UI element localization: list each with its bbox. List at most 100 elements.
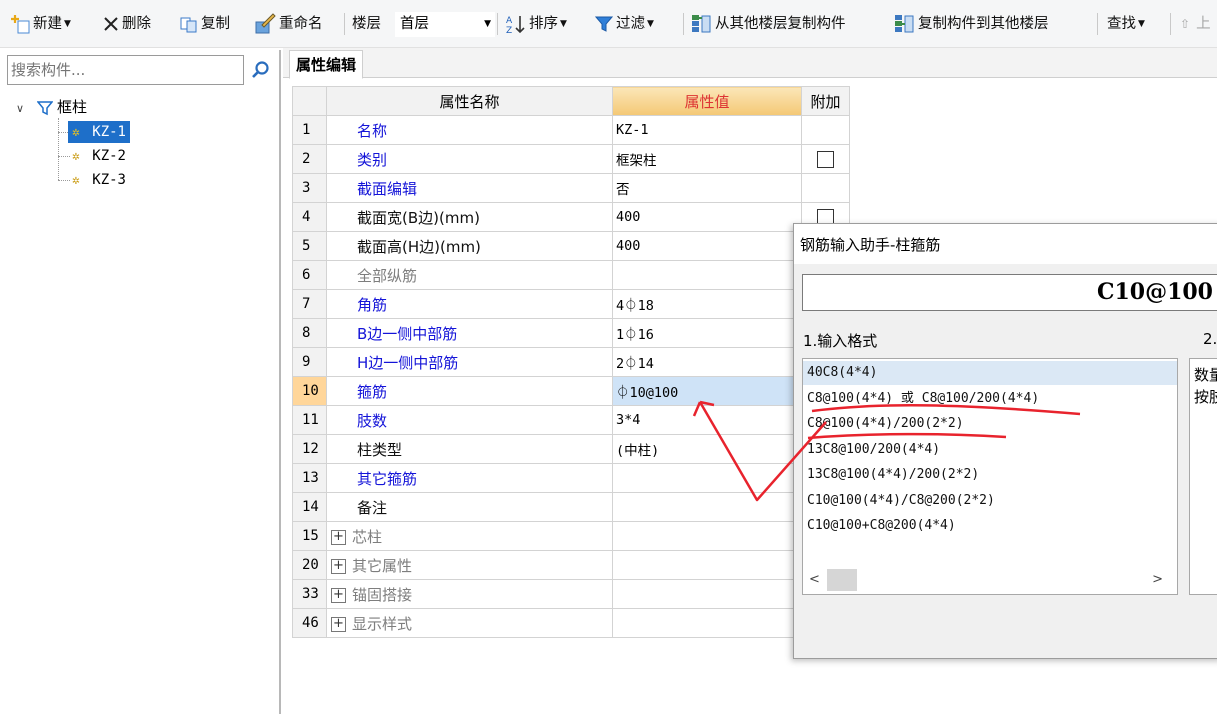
property-row[interactable]: 12 柱类型 (中柱) <box>292 434 850 464</box>
sort-button[interactable]: A Z 排序 ▼ <box>506 12 567 36</box>
property-value[interactable]: 1⏀16 <box>612 318 802 348</box>
row-number: 9 <box>292 347 327 377</box>
rename-icon <box>255 13 276 34</box>
property-row[interactable]: 2 类别 框架柱 <box>292 144 850 174</box>
property-name: 类别 <box>326 144 613 174</box>
property-value[interactable] <box>612 463 802 493</box>
copy-to-floors-button[interactable]: 复制构件到其他楼层 <box>893 12 1049 36</box>
property-name: 名称 <box>326 115 613 145</box>
find-button[interactable]: 查找 ▼ <box>1107 12 1145 36</box>
tree-item-kz1[interactable]: ✲ KZ-1 <box>68 121 130 143</box>
property-row[interactable]: 13 其它箍筋 <box>292 463 850 493</box>
property-value[interactable]: 框架柱 <box>612 144 802 174</box>
column-header-value: 属性值 <box>612 86 802 116</box>
format-option[interactable]: 13C8@100(4*4)/200(2*2) <box>807 463 979 487</box>
property-group[interactable]: + 芯柱 <box>326 521 613 551</box>
property-group[interactable]: + 锚固搭接 <box>326 579 613 609</box>
tree-item-kz3[interactable]: ✲ KZ-3 <box>72 169 126 191</box>
format-option[interactable]: C8@100(4*4) 或 C8@100/200(4*4) <box>807 387 1039 411</box>
toolbar-divider <box>1170 13 1171 35</box>
property-name: 箍筋 <box>326 376 613 406</box>
horizontal-scrollbar[interactable]: < > <box>803 567 1177 594</box>
property-value[interactable]: 4⏀18 <box>612 289 802 319</box>
table-header-row: 属性名称 属性值 附加 <box>292 86 850 116</box>
search-input[interactable] <box>7 55 244 85</box>
dialog-title-bar[interactable]: 钢筋输入助手-柱箍筋 <box>794 224 1217 264</box>
description-line: 按肢 <box>1194 388 1217 406</box>
input-format-list[interactable]: 40C8(4*4) C8@100(4*4) 或 C8@100/200(4*4) C8… <box>802 358 1178 595</box>
property-name: 柱类型 <box>326 434 613 464</box>
chevron-right-icon[interactable]: > <box>1152 572 1163 587</box>
copy-button[interactable]: 复制 <box>180 12 230 36</box>
property-row[interactable]: 5 截面高(H边)(mm) 400 <box>292 231 850 261</box>
expand-icon[interactable]: + <box>331 616 346 632</box>
format-option[interactable]: 40C8(4*4) <box>803 361 1177 385</box>
new-button[interactable]: 新建 ▼ <box>10 12 71 36</box>
property-value[interactable] <box>612 550 802 580</box>
property-value[interactable] <box>612 579 802 609</box>
filter-icon <box>35 101 54 116</box>
move-up-label: 上 <box>1196 16 1211 32</box>
tab-property-editor[interactable]: 属性编辑 <box>289 50 364 79</box>
tree-root-kuangzhu[interactable]: ∨ 框柱 <box>16 96 87 118</box>
chevron-left-icon[interactable]: < <box>809 572 820 587</box>
property-value[interactable]: ⏀10@100 <box>612 376 802 406</box>
sort-icon: AZ <box>506 16 525 34</box>
chevron-down-icon: ▼ <box>1138 19 1145 29</box>
expand-icon[interactable]: + <box>331 558 346 574</box>
property-row[interactable]: 9 H边一侧中部筋 2⏀14 <box>292 347 850 377</box>
property-group-row[interactable]: 15 + 芯柱 <box>292 521 850 551</box>
format-option[interactable]: C10@100+C8@200(4*4) <box>807 514 956 538</box>
property-value[interactable] <box>612 521 802 551</box>
format-option[interactable]: C10@100(4*4)/C8@200(2*2) <box>807 489 995 513</box>
property-value[interactable] <box>612 608 802 638</box>
scrollbar-thumb[interactable] <box>827 569 857 591</box>
format-option[interactable]: 13C8@100/200(4*4) <box>807 438 940 462</box>
tree-connector <box>58 118 59 180</box>
expand-icon[interactable]: + <box>331 587 346 603</box>
property-name: 截面编辑 <box>326 173 613 203</box>
expand-icon[interactable]: + <box>331 529 346 545</box>
property-group-row[interactable]: 46 + 显示样式 <box>292 608 850 638</box>
floor-value: 首层 <box>400 16 429 32</box>
property-group[interactable]: + 其它属性 <box>326 550 613 580</box>
property-value[interactable]: 2⏀14 <box>612 347 802 377</box>
property-value[interactable]: (中柱) <box>612 434 802 464</box>
chevron-down-icon: ▼ <box>64 19 71 29</box>
property-value[interactable] <box>612 492 802 522</box>
property-row[interactable]: 14 备注 <box>292 492 850 522</box>
extra-cell[interactable] <box>801 144 850 174</box>
property-name: 全部纵筋 <box>326 260 613 290</box>
property-row[interactable]: 7 角筋 4⏀18 <box>292 289 850 319</box>
property-group-row[interactable]: 33 + 锚固搭接 <box>292 579 850 609</box>
property-group[interactable]: + 显示样式 <box>326 608 613 638</box>
property-group-row[interactable]: 20 + 其它属性 <box>292 550 850 580</box>
property-value[interactable] <box>612 260 802 290</box>
property-value[interactable]: 400 <box>612 231 802 261</box>
property-row[interactable]: 4 截面宽(B边)(mm) 400 <box>292 202 850 232</box>
property-row[interactable]: 11 肢数 3*4 <box>292 405 850 435</box>
property-row[interactable]: 10 箍筋 ⏀10@100 <box>292 376 850 406</box>
move-up-button[interactable]: ⇧ 上 <box>1180 12 1211 36</box>
property-value[interactable]: 否 <box>612 173 802 203</box>
property-row[interactable]: 3 截面编辑否 <box>292 173 850 203</box>
property-name: 角筋 <box>326 289 613 319</box>
filter-button[interactable]: 过滤 ▼ <box>595 12 654 36</box>
rebar-formula-display[interactable]: C10@100 <box>802 274 1217 311</box>
row-number: 12 <box>292 434 327 464</box>
format-option[interactable]: C8@100(4*4)/200(2*2) <box>807 412 964 436</box>
tree-item-kz2[interactable]: ✲ KZ-2 <box>72 145 126 167</box>
property-value[interactable]: 3*4 <box>612 405 802 435</box>
copy-from-floors-button[interactable]: 从其他楼层复制构件 <box>690 12 846 36</box>
description-line: 数量 <box>1194 366 1217 384</box>
property-value[interactable]: KZ-1 <box>612 115 802 145</box>
property-value[interactable]: 400 <box>612 202 802 232</box>
extra-checkbox[interactable] <box>817 151 834 168</box>
property-row[interactable]: 1 名称 KZ-1 <box>292 115 850 145</box>
property-row[interactable]: 6 全部纵筋 <box>292 260 850 290</box>
floor-select[interactable]: 首层 ▼ <box>395 12 495 37</box>
delete-button[interactable]: 删除 <box>103 12 151 36</box>
rename-button[interactable]: 重命名 <box>254 12 323 36</box>
search-button[interactable] <box>246 55 276 85</box>
property-row[interactable]: 8 B边一侧中部筋 1⏀16 <box>292 318 850 348</box>
